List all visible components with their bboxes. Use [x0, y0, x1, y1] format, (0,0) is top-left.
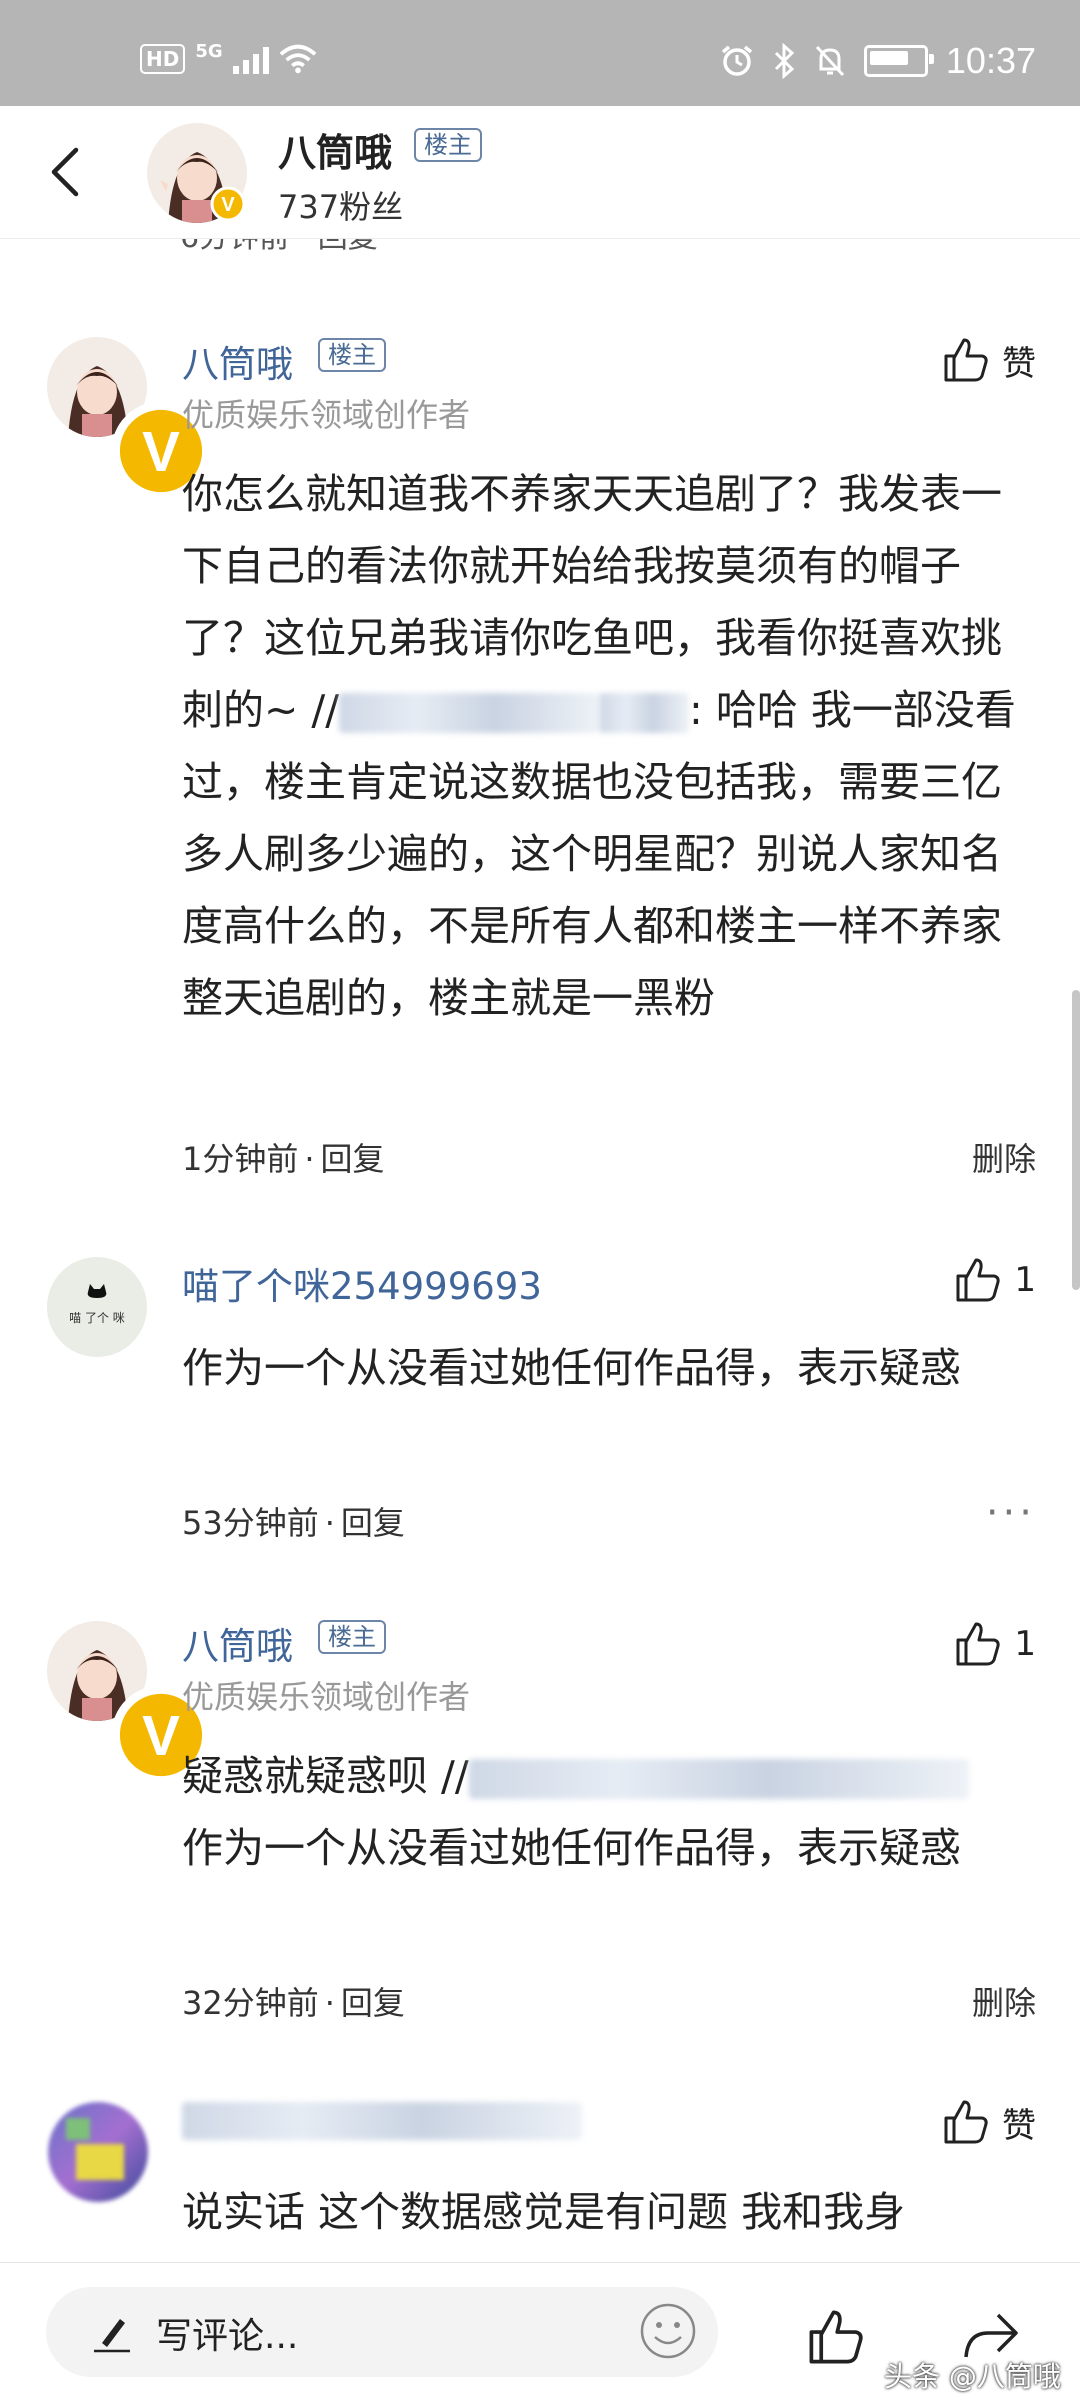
commenter-name[interactable]: 喵了个咪254999693 [182, 1256, 542, 1310]
mute-bell-icon [815, 45, 845, 77]
blurred-username [182, 2102, 582, 2140]
author-name[interactable]: 八筒哦 [278, 122, 392, 177]
comment-input[interactable]: 写评论... [46, 2287, 718, 2377]
hd-indicator: HD [140, 44, 186, 74]
reply-link[interactable]: 回复 [341, 1504, 405, 1542]
comment-meta: 53分钟前 · 回复 [182, 1504, 405, 1542]
like-button[interactable]: 赞 [940, 334, 1036, 386]
status-left: HD 5G [140, 40, 317, 74]
verified-badge-icon: V [210, 186, 246, 222]
signal-icon [232, 44, 269, 74]
svg-text:喵 了个 咪: 喵 了个 咪 [69, 1311, 125, 1325]
comment-placeholder: 写评论... [156, 2316, 299, 2357]
reply-link[interactable]: 回复 [321, 1140, 385, 1178]
comment-meta: 1分钟前 · 回复 [182, 1140, 385, 1178]
like-label: 赞 [1002, 343, 1036, 384]
comment-time: 32分钟前 [182, 1984, 319, 2022]
pixelated-avatar[interactable] [38, 2094, 158, 2204]
pen-icon [94, 2319, 130, 2353]
delete-button[interactable]: 删除 [972, 1978, 1036, 2024]
commenter-subtitle: 优质娱乐领域创作者 [182, 396, 471, 434]
blurred-username [339, 693, 600, 733]
comment-meta: 32分钟前 · 回复 [182, 1984, 405, 2022]
delete-button[interactable]: 删除 [972, 1134, 1036, 1180]
like-count: 1 [1014, 1260, 1036, 1300]
comment-text: : 哈哈 我一部没看过，楼主肯定说这数据也没包括我，需要三亿多人刷多少遍的，这个… [182, 686, 1016, 1022]
thumbs-up-icon [956, 1622, 1001, 1666]
blurred-username [599, 693, 690, 733]
commenter-name[interactable]: 八筒哦 [182, 334, 293, 388]
svg-text:V: V [221, 194, 235, 216]
comment-body: 你怎么就知道我不养家天天追剧了？我发表一下自己的看法你就开始给我按莫须有的帽子了… [182, 458, 1042, 1034]
bottom-bar: 写评论... 头条 @八筒哦 [0, 2262, 1080, 2400]
comment-body: 作为一个从没看过她任何作品得，表示疑惑 [182, 1344, 961, 1392]
commenter-avatar[interactable]: V [46, 336, 211, 501]
network-type: 5G [195, 40, 223, 62]
thumbs-up-icon [944, 2100, 988, 2144]
like-label: 赞 [1002, 2105, 1036, 2146]
author-badge: 楼主 [318, 1620, 386, 1654]
commenter-avatar[interactable]: 喵 了个 咪 [46, 1256, 148, 1358]
emoji-icon[interactable] [638, 2301, 698, 2361]
watermark: 头条 @八筒哦 [884, 2360, 1061, 2393]
follower-count: 737粉丝 [278, 188, 404, 226]
blurred-username [468, 1759, 969, 1799]
comment-text: 作为一个从没看过她任何作品得，表示疑惑 [182, 1824, 961, 1872]
more-options-icon[interactable]: ··· [986, 1490, 1036, 1536]
top-header: V 八筒哦 楼主 737粉丝 [0, 106, 1080, 239]
svg-text:V: V [142, 421, 180, 484]
battery-icon [863, 45, 934, 77]
scrollbar[interactable] [1072, 990, 1080, 1290]
svg-text:V: V [142, 1705, 180, 1768]
author-avatar[interactable]: V [146, 122, 248, 224]
comment-text: 疑惑就疑惑呗 // [182, 1752, 469, 1800]
author-badge: 楼主 [318, 338, 386, 372]
badge-label: 楼主 [318, 338, 386, 372]
comment-body: 疑惑就疑惑呗 // 作为一个从没看过她任何作品得，表示疑惑 [182, 1740, 1042, 1884]
bluetooth-icon [774, 43, 795, 79]
commenter-subtitle: 优质娱乐领域创作者 [182, 1678, 471, 1716]
badge-label: 楼主 [318, 1620, 386, 1654]
alarm-icon [721, 45, 753, 76]
status-right: 10:37 [720, 40, 1036, 82]
commenter-avatar[interactable]: V [46, 1620, 211, 1785]
like-button[interactable]: 1 [952, 1254, 1036, 1306]
like-button[interactable]: 1 [952, 1618, 1036, 1670]
thumbs-up-icon [944, 338, 988, 382]
status-bar: HD 5G 10:37 [0, 0, 1080, 106]
like-count: 1 [1014, 1624, 1036, 1664]
commenter-name[interactable]: 八筒哦 [182, 1616, 293, 1670]
wifi-icon [279, 44, 317, 74]
badge-label: 楼主 [414, 128, 482, 162]
reply-link[interactable]: 回复 [341, 1984, 405, 2022]
like-button[interactable]: 赞 [940, 2096, 1036, 2148]
clipped-meta-line: 6分钟前 · 回复 [180, 238, 378, 254]
author-badge: 楼主 [414, 128, 482, 162]
clock: 10:37 [945, 40, 1036, 81]
comment-time: 1分钟前 [182, 1140, 299, 1178]
back-arrow-icon[interactable] [38, 142, 98, 202]
thumbs-up-icon[interactable] [804, 2305, 868, 2369]
comment-body: 说实话 这个数据感觉是有问题 我和我身 [182, 2188, 906, 2236]
comment-time: 53分钟前 [182, 1504, 319, 1542]
thumbs-up-icon [956, 1258, 1001, 1302]
